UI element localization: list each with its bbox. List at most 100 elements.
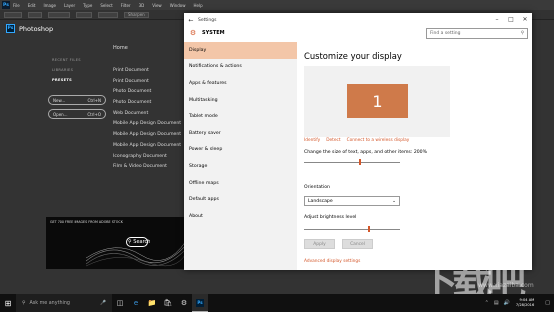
menu-help[interactable]: Help bbox=[193, 3, 202, 8]
option-sharpen[interactable]: Sharpen bbox=[124, 11, 149, 18]
nav-item-multitasking[interactable]: Multitasking bbox=[184, 92, 297, 109]
option-box[interactable] bbox=[76, 11, 92, 18]
watermark-url: www.xiazaiba.com bbox=[478, 282, 534, 289]
app-title: Photoshop bbox=[19, 24, 54, 33]
store-icon[interactable]: 🛍 bbox=[160, 294, 176, 312]
nav-item-tablet-mode[interactable]: Tablet mode bbox=[184, 108, 297, 125]
menu-layer[interactable]: Layer bbox=[64, 3, 75, 8]
window-title: Settings bbox=[198, 17, 217, 23]
search-placeholder: Find a setting bbox=[430, 31, 461, 36]
task-view-icon[interactable]: ◫ bbox=[112, 294, 128, 312]
list-item[interactable]: Mobile App Design Document bbox=[113, 132, 181, 143]
advanced-display-settings-link[interactable]: Advanced display settings bbox=[304, 259, 360, 264]
volume-icon[interactable]: 🔊 bbox=[504, 300, 510, 306]
promo-search-label: ⚲ Search bbox=[128, 239, 151, 245]
nav-item-power-sleep[interactable]: Power & sleep bbox=[184, 142, 297, 159]
presets-label[interactable]: PRESETS bbox=[52, 78, 81, 82]
nav-item-storage[interactable]: Storage bbox=[184, 158, 297, 175]
back-arrow-icon[interactable]: ← bbox=[184, 17, 198, 24]
detect-link[interactable]: Detect bbox=[326, 138, 340, 143]
promo-search-text: Search bbox=[133, 239, 151, 245]
orientation-select[interactable]: Landscape ⌄ bbox=[304, 196, 400, 206]
nav-item-about[interactable]: About bbox=[184, 208, 297, 225]
option-box[interactable] bbox=[4, 11, 22, 18]
scale-slider[interactable] bbox=[304, 159, 400, 165]
libraries-label[interactable]: LIBRARIES bbox=[52, 68, 81, 72]
nav-item-offline-maps[interactable]: Offline maps bbox=[184, 175, 297, 192]
menu-image[interactable]: Image bbox=[43, 3, 56, 8]
list-item[interactable]: Web Document bbox=[113, 111, 181, 122]
minimize-icon[interactable]: – bbox=[490, 13, 504, 27]
maximize-icon[interactable]: □ bbox=[504, 13, 518, 27]
open-button-label: Open... bbox=[53, 111, 68, 117]
taskbar-search-placeholder: Ask me anything bbox=[29, 300, 70, 306]
nav-item-default-apps[interactable]: Default apps bbox=[184, 191, 297, 208]
stock-promo-banner[interactable]: GET 700 FREE IMAGES FROM ADOBE STOCK ⚲ S… bbox=[46, 217, 184, 269]
close-icon[interactable]: ✕ bbox=[518, 13, 532, 27]
photoshop-left-nav: RECENT FILES LIBRARIES PRESETS bbox=[52, 58, 81, 88]
monitor-1-tile[interactable]: 1 bbox=[347, 84, 408, 118]
connect-wireless-link[interactable]: Connect to a wireless display bbox=[347, 138, 410, 143]
home-label: Home bbox=[113, 45, 128, 51]
menu-3d[interactable]: 3D bbox=[139, 3, 145, 8]
file-explorer-icon[interactable]: 📁 bbox=[144, 294, 160, 312]
open-button-shortcut: Ctrl+O bbox=[87, 111, 101, 117]
list-item[interactable]: Mobile App Design Document bbox=[113, 121, 181, 132]
open-button[interactable]: Open... Ctrl+O bbox=[48, 109, 106, 119]
photoshop-taskbar-icon[interactable]: Ps bbox=[192, 294, 208, 312]
nav-item-notifications[interactable]: Notifications & actions bbox=[184, 59, 297, 76]
menu-type[interactable]: Type bbox=[83, 3, 92, 8]
list-item[interactable]: Iconography Document bbox=[113, 154, 181, 165]
list-item[interactable]: Photo Document bbox=[113, 89, 181, 100]
brightness-slider-thumb[interactable] bbox=[368, 226, 371, 232]
list-item[interactable]: Photo Document bbox=[113, 100, 181, 111]
recent-files-list: Print Document Print Document Photo Docu… bbox=[113, 68, 181, 175]
recent-files-label[interactable]: RECENT FILES bbox=[52, 58, 81, 62]
option-box[interactable] bbox=[48, 11, 70, 18]
cancel-button[interactable]: Cancel bbox=[342, 239, 373, 249]
menu-window[interactable]: Window bbox=[170, 3, 186, 8]
gear-icon: ⚙ bbox=[189, 29, 197, 37]
menu-file[interactable]: File bbox=[13, 3, 20, 8]
nav-item-battery-saver[interactable]: Battery saver bbox=[184, 125, 297, 142]
taskbar-search-box[interactable]: ⚲ Ask me anything 🎤 bbox=[16, 294, 112, 312]
scale-slider-thumb[interactable] bbox=[358, 159, 361, 165]
identify-link[interactable]: Identify bbox=[304, 138, 320, 143]
orientation-value: Landscape bbox=[308, 198, 333, 204]
apply-button[interactable]: Apply bbox=[304, 239, 335, 249]
network-icon[interactable]: ▤ bbox=[494, 300, 499, 306]
edge-browser-icon[interactable]: e bbox=[128, 294, 144, 312]
menu-view[interactable]: View bbox=[152, 3, 162, 8]
brightness-slider-track bbox=[304, 228, 400, 230]
windows-start-icon[interactable]: ⊞ bbox=[0, 294, 16, 312]
menu-select[interactable]: Select bbox=[100, 3, 112, 8]
microphone-icon[interactable]: 🎤 bbox=[100, 301, 106, 306]
photoshop-logo-icon: Ps bbox=[196, 298, 204, 307]
option-box[interactable] bbox=[98, 11, 118, 18]
settings-search-input[interactable]: Find a setting ⚲ bbox=[426, 28, 528, 39]
settings-gear-taskbar-icon[interactable]: ⚙ bbox=[176, 294, 192, 312]
brightness-label: Adjust brightness level bbox=[304, 215, 357, 220]
monitor-preview-area: 1 bbox=[304, 66, 450, 137]
list-item[interactable]: Film & Video Document bbox=[113, 164, 181, 175]
photoshop-logo-icon: Ps bbox=[6, 24, 15, 33]
clock[interactable]: 9:04 AM 7/28/2016 bbox=[516, 298, 534, 308]
new-button-label: New... bbox=[53, 97, 66, 103]
new-button[interactable]: New... Ctrl+N bbox=[48, 95, 106, 105]
list-item[interactable]: Print Document bbox=[113, 68, 181, 79]
nav-item-apps-features[interactable]: Apps & features bbox=[184, 75, 297, 92]
display-links: Identify Detect Connect to a wireless di… bbox=[304, 138, 415, 143]
notifications-icon[interactable]: □ bbox=[545, 300, 550, 306]
taskbar: ⊞ ⚲ Ask me anything 🎤 ◫ e 📁 🛍 ⚙ Ps ⌃ ▤ 🔊… bbox=[0, 294, 554, 312]
list-item[interactable]: Mobile App Design Document bbox=[113, 143, 181, 154]
nav-item-display[interactable]: Display bbox=[184, 42, 297, 59]
photoshop-logo-icon: Ps bbox=[2, 1, 10, 9]
menu-edit[interactable]: Edit bbox=[28, 3, 36, 8]
settings-titlebar: ← Settings – □ ✕ bbox=[184, 13, 532, 27]
option-box[interactable] bbox=[28, 11, 42, 18]
chevron-up-icon[interactable]: ⌃ bbox=[485, 300, 489, 306]
list-item[interactable]: Print Document bbox=[113, 79, 181, 90]
menu-filter[interactable]: Filter bbox=[121, 3, 131, 8]
display-settings-content: Customize your display 1 Identify Detect… bbox=[304, 42, 526, 270]
brightness-slider[interactable] bbox=[304, 226, 400, 232]
